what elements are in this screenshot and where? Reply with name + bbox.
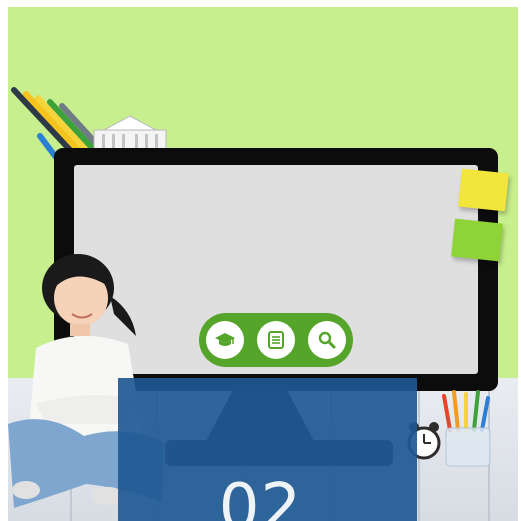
search-button[interactable] [308, 321, 346, 359]
sticky-note-yellow [458, 168, 509, 212]
document-list-icon [268, 331, 284, 349]
document-list-button[interactable] [257, 321, 295, 359]
search-icon [318, 331, 336, 349]
pencil-cup-illustration [442, 390, 491, 467]
education-scene: 02 [0, 0, 521, 521]
sticky-note-green [451, 218, 503, 262]
graduation-cap-icon [215, 333, 235, 346]
section-number: 02 [218, 471, 303, 521]
screen-icon-bar [199, 313, 353, 367]
graduation-cap-button[interactable] [206, 321, 244, 359]
